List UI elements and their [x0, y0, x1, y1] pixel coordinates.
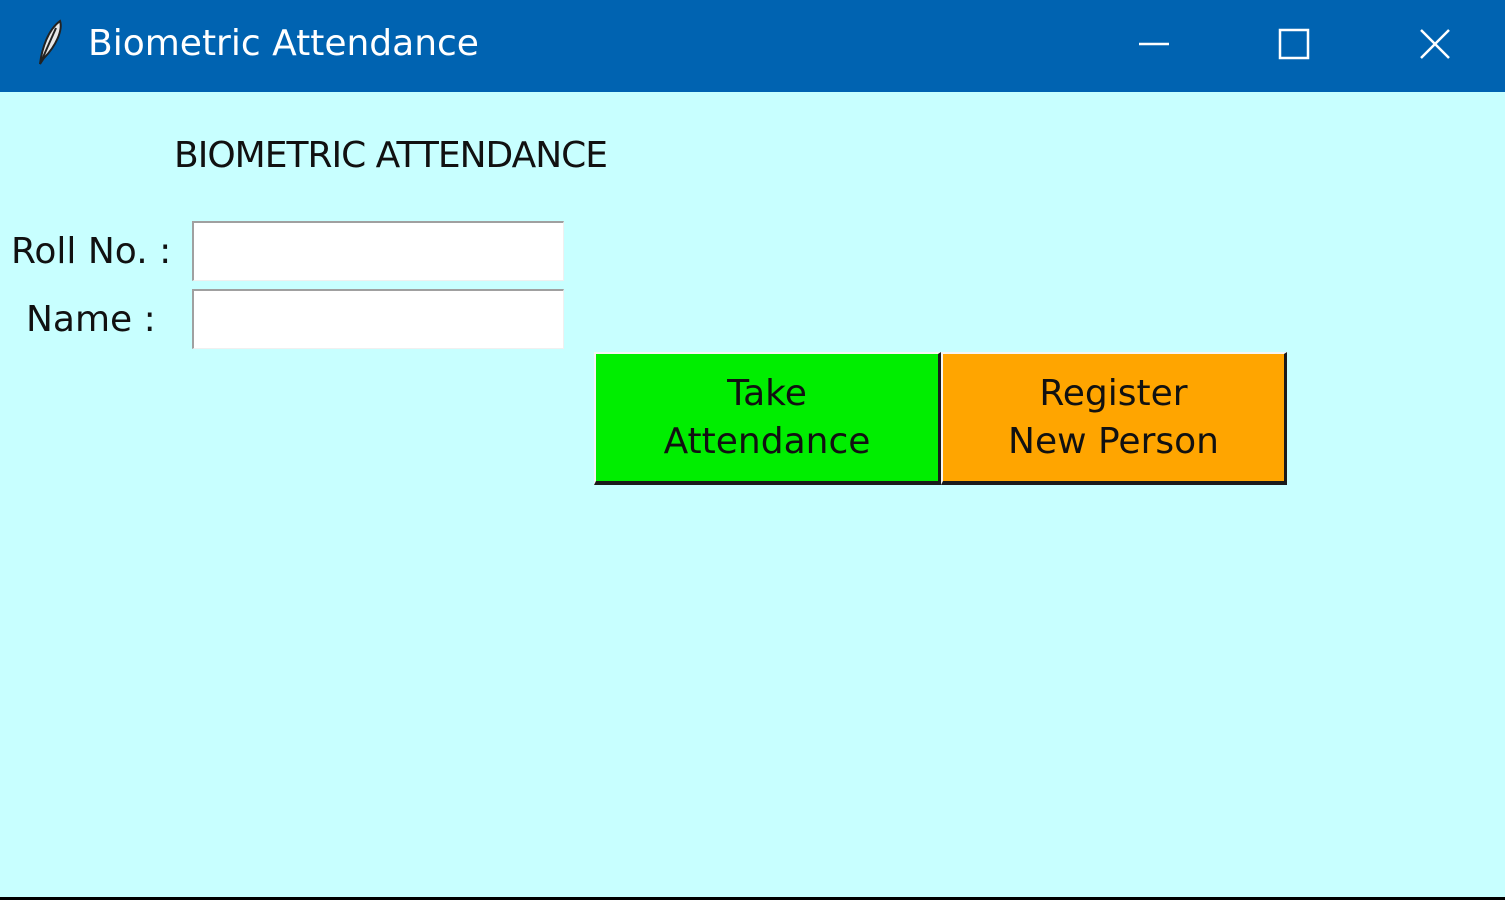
minimize-button[interactable] [1094, 0, 1214, 92]
maximize-button[interactable] [1234, 0, 1354, 92]
register-label-line2: New Person [1008, 420, 1219, 462]
name-input[interactable] [192, 289, 564, 349]
minimize-icon [1137, 27, 1171, 65]
roll-number-label: Roll No. : [11, 231, 172, 272]
register-new-person-button[interactable]: Register New Person [941, 352, 1287, 485]
register-label-line1: Register [1039, 372, 1188, 414]
name-label: Name : [26, 299, 156, 340]
maximize-icon [1277, 27, 1311, 65]
title-bar[interactable]: Biometric Attendance [0, 0, 1505, 92]
take-attendance-label-line1: Take [727, 372, 807, 414]
page-heading: BIOMETRIC ATTENDANCE [174, 135, 608, 176]
close-icon [1418, 27, 1452, 65]
take-attendance-label-line2: Attendance [663, 420, 871, 462]
close-button[interactable] [1375, 0, 1495, 92]
app-window: Biometric Attendance BIOMETRIC ATTENDANC… [0, 0, 1505, 897]
window-title: Biometric Attendance [88, 23, 479, 64]
take-attendance-button[interactable]: Take Attendance [594, 352, 941, 485]
feather-icon [30, 18, 66, 66]
roll-number-input[interactable] [192, 221, 564, 281]
